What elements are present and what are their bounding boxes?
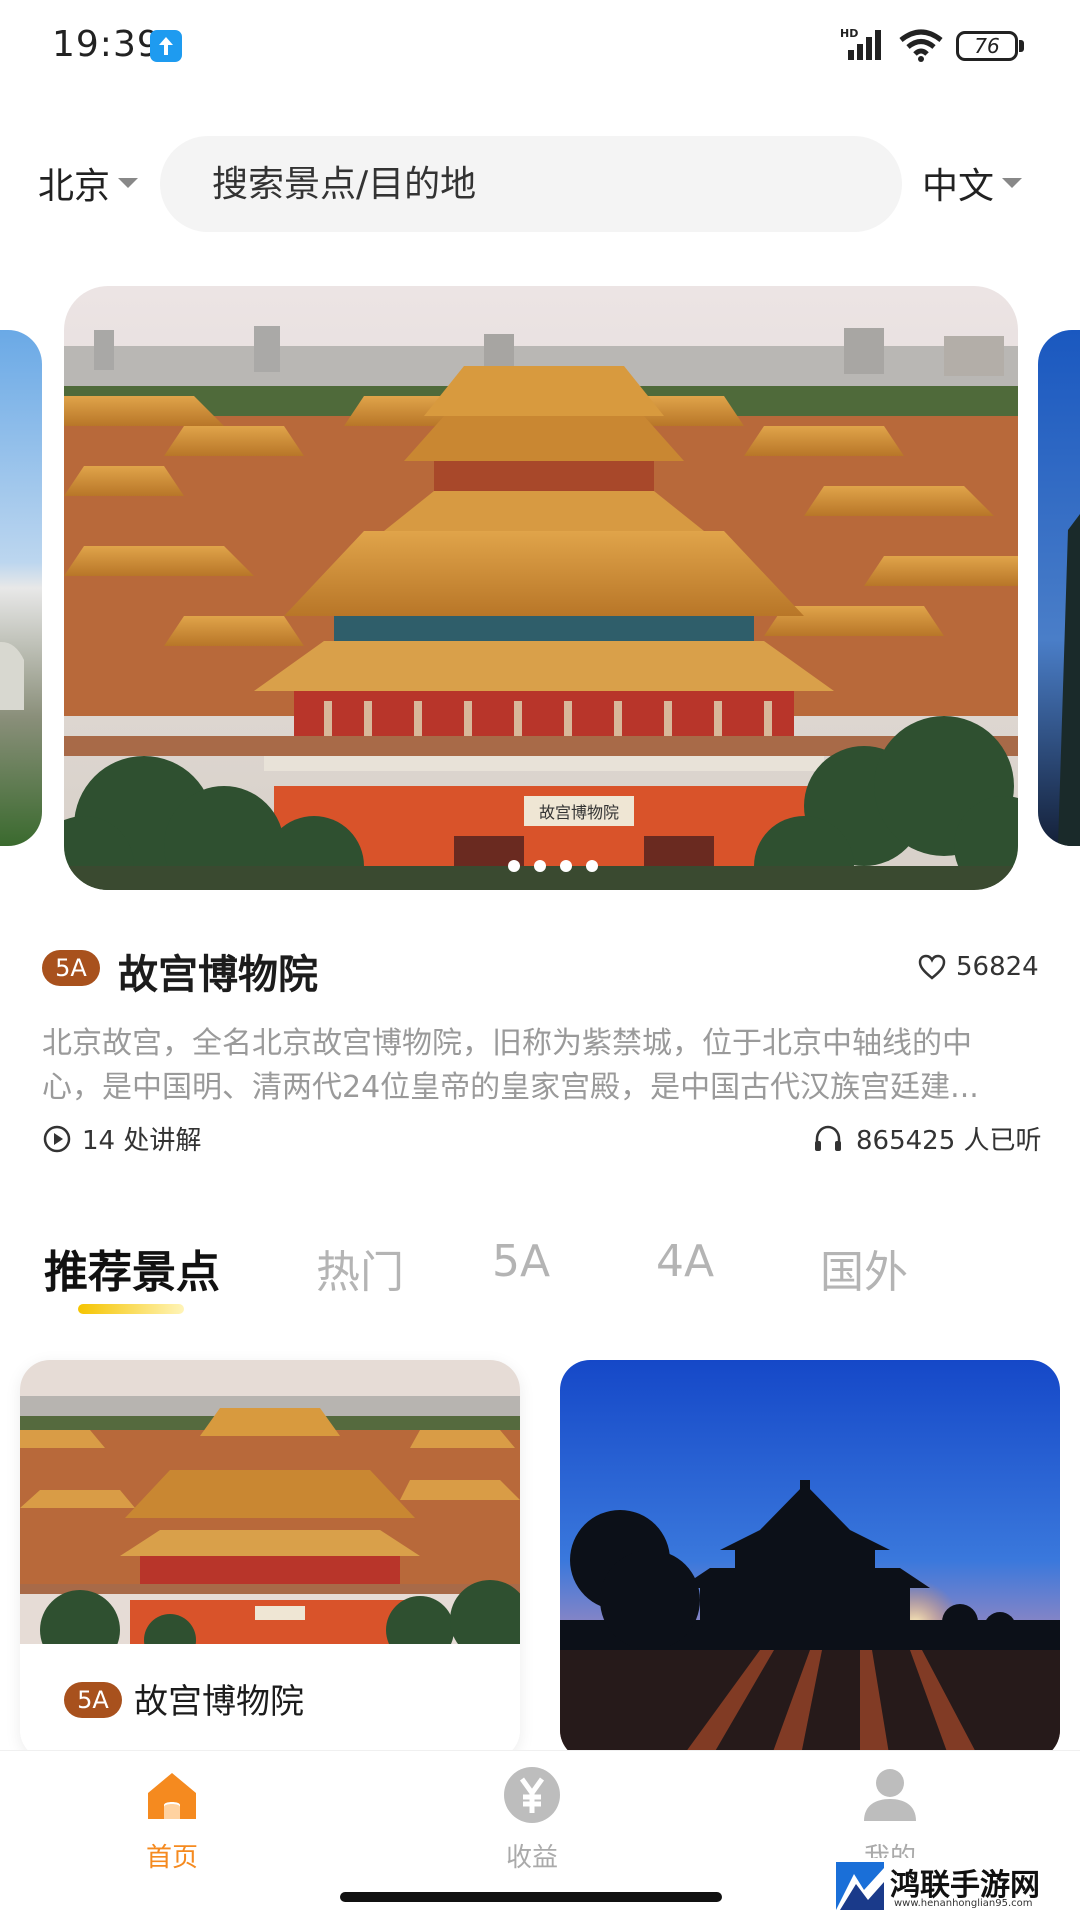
nav-label: 首页 bbox=[145, 1843, 198, 1873]
featured-description: 北京故宫，全名北京故宫博物院，旧称为紫禁城，位于北京中轴线的中 心，是中国明、清… bbox=[42, 1022, 1042, 1110]
carousel-indicator bbox=[508, 860, 598, 872]
user-icon bbox=[864, 1769, 916, 1821]
language-label: 中文 bbox=[922, 166, 995, 207]
signal-icon bbox=[848, 30, 881, 60]
yen-icon bbox=[504, 1767, 560, 1823]
forbidden-city-thumbnail bbox=[20, 1360, 520, 1644]
language-selector[interactable]: 中文 bbox=[922, 158, 1023, 208]
home-icon bbox=[148, 1773, 196, 1819]
battery-icon: 76 bbox=[956, 31, 1018, 61]
search-bar[interactable] bbox=[160, 136, 902, 232]
carousel-prev-slide[interactable] bbox=[0, 330, 42, 846]
watermark-logo-icon bbox=[836, 1862, 884, 1910]
tab-5a[interactable]: 5A bbox=[492, 1236, 550, 1287]
city-label: 北京 bbox=[38, 166, 111, 207]
heart-icon bbox=[918, 954, 946, 980]
card-title: 故宫博物院 bbox=[134, 1682, 304, 1722]
forbidden-city-photo: 故宫博物院 bbox=[64, 286, 1018, 890]
nav-label: 收益 bbox=[505, 1843, 558, 1873]
status-time: 19:39 bbox=[52, 24, 161, 65]
upload-notification-icon bbox=[150, 30, 182, 62]
battery-level: 76 bbox=[974, 34, 1000, 58]
battery-cap bbox=[1019, 40, 1024, 52]
featured-title[interactable]: 故宫博物院 bbox=[118, 942, 318, 1000]
tab-overseas[interactable]: 国外 bbox=[820, 1236, 908, 1300]
carousel-dot[interactable] bbox=[560, 860, 572, 872]
site-watermark: 鸿联手游网 www.henanhonglian95.com bbox=[834, 1858, 1076, 1916]
nav-home[interactable]: 首页 bbox=[92, 1765, 252, 1875]
grade-badge: 5A bbox=[42, 950, 100, 986]
home-indicator[interactable] bbox=[340, 1892, 722, 1902]
carousel-dot[interactable] bbox=[508, 860, 520, 872]
headphones-icon bbox=[815, 1125, 841, 1151]
carousel-next-slide[interactable] bbox=[1038, 330, 1080, 846]
palace-plaque: 故宫博物院 bbox=[539, 803, 619, 822]
scenic-card[interactable]: 5A 故宫博物院 bbox=[20, 1360, 520, 1760]
card-info: 5A 故宫博物院 bbox=[20, 1644, 520, 1760]
carousel-banner[interactable]: 故宫博物院 bbox=[64, 286, 1018, 890]
nav-earnings[interactable]: 收益 bbox=[452, 1765, 612, 1875]
play-icon bbox=[43, 1125, 71, 1152]
audio-guide-count[interactable]: 14 处讲解 bbox=[42, 1120, 201, 1157]
like-button[interactable]: 56824 bbox=[918, 952, 1039, 982]
listener-count: 865425 人已听 bbox=[812, 1120, 1042, 1157]
grade-badge: 5A bbox=[64, 1682, 122, 1718]
carousel-dot[interactable] bbox=[534, 860, 546, 872]
tab-popular[interactable]: 热门 bbox=[316, 1236, 404, 1300]
tab-recommended[interactable]: 推荐景点 bbox=[44, 1236, 220, 1300]
description-line: 北京故宫，全名北京故宫博物院，旧称为紫禁城，位于北京中轴线的中 bbox=[42, 1026, 972, 1061]
status-bar: 19:39 HD 76 bbox=[0, 0, 1080, 96]
tab-4a[interactable]: 4A bbox=[656, 1236, 714, 1287]
chevron-down-icon bbox=[1002, 178, 1023, 188]
carousel-dot[interactable] bbox=[586, 860, 598, 872]
watermark-url: www.henanhonglian95.com bbox=[894, 1898, 1033, 1909]
scenic-card[interactable] bbox=[560, 1360, 1060, 1760]
like-count: 56824 bbox=[956, 952, 1039, 982]
chevron-down-icon bbox=[118, 178, 139, 188]
audio-guide-label: 14 处讲解 bbox=[82, 1126, 202, 1156]
pavilion-sunset-photo bbox=[560, 1360, 1060, 1760]
listener-label: 865425 人已听 bbox=[856, 1126, 1042, 1156]
tab-indicator bbox=[78, 1304, 184, 1314]
wifi-icon bbox=[899, 29, 943, 62]
search-input[interactable] bbox=[212, 136, 852, 232]
description-line: 心，是中国明、清两代24位皇帝的皇家宫殿，是中国古代汉族宫廷建... bbox=[42, 1070, 979, 1105]
city-selector[interactable]: 北京 bbox=[38, 158, 139, 208]
